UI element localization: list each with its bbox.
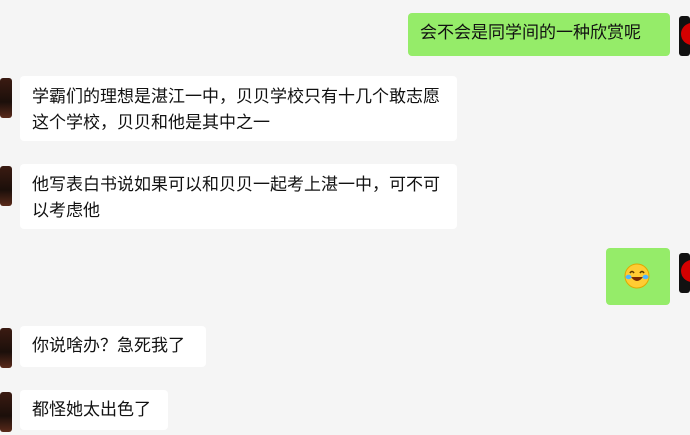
avatar[interactable] <box>0 166 12 206</box>
chat-bubble[interactable]: 学霸们的理想是湛江一中，贝贝学校只有十几个敢志愿这个学校，贝贝和他是其中之一 <box>20 76 457 141</box>
avatar[interactable] <box>679 16 690 56</box>
avatar[interactable] <box>679 253 690 293</box>
message-text: 会不会是同学间的一种欣赏呢 <box>420 23 641 43</box>
chat-bubble[interactable]: 都怪她太出色了 <box>20 390 168 430</box>
avatar[interactable] <box>0 392 12 432</box>
avatar[interactable] <box>0 78 12 118</box>
avatar[interactable] <box>0 328 12 368</box>
message-text: 他写表白书说如果可以和贝贝一起考上湛一中，可不可以考虑他 <box>32 175 440 221</box>
message-text: 你说啥办？急死我了 <box>32 336 185 356</box>
message-text: 学霸们的理想是湛江一中，贝贝学校只有十几个敢志愿这个学校，贝贝和他是其中之一 <box>32 87 440 133</box>
message-text: 都怪她太出色了 <box>32 400 151 420</box>
chat-bubble[interactable] <box>606 248 670 305</box>
chat-bubble[interactable]: 会不会是同学间的一种欣赏呢 <box>408 13 670 56</box>
chat-bubble[interactable]: 你说啥办？急死我了 <box>20 326 206 367</box>
chat-bubble[interactable]: 他写表白书说如果可以和贝贝一起考上湛一中，可不可以考虑他 <box>20 164 457 229</box>
laughing-crying-emoji-icon <box>624 263 650 289</box>
